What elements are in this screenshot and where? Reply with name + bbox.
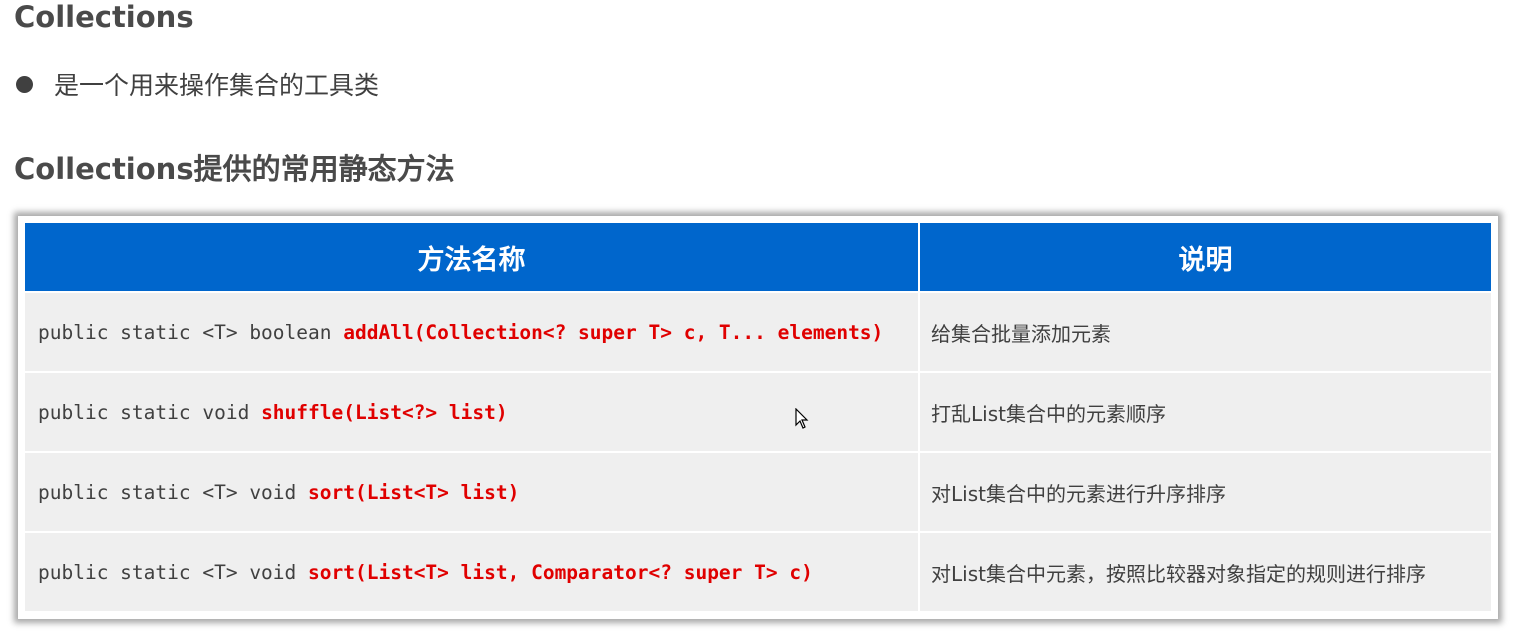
signature-prefix: public static void [38, 400, 262, 424]
mouse-cursor-icon [795, 408, 809, 429]
signature-prefix: public static <T> void [38, 560, 309, 584]
signature-prefix: public static <T> boolean [38, 320, 344, 344]
header-description: 说明 [920, 223, 1491, 291]
signature-prefix: public static <T> void [38, 480, 309, 504]
page-title: Collections [14, 0, 194, 34]
methods-table: 方法名称 说明 public static <T> boolean addAll… [25, 223, 1491, 611]
method-name: addAll(Collection<? super T> c, T... ele… [343, 320, 884, 344]
method-description: 对List集合中的元素进行升序排序 [920, 451, 1491, 531]
method-name: sort(List<T> list) [308, 480, 520, 504]
table-row: public static <T> void sort(List<T> list… [25, 451, 1491, 531]
bullet-text: 是一个用来操作集合的工具类 [54, 71, 380, 100]
method-description: 打乱List集合中的元素顺序 [920, 371, 1491, 451]
bullet-dot-icon [16, 75, 33, 93]
table-row: public static void shuffle(List<?> list)… [25, 371, 1491, 451]
method-name: sort(List<T> list, Comparator<? super T>… [308, 560, 813, 584]
method-signature: public static <T> boolean addAll(Collect… [25, 291, 920, 371]
method-name: shuffle(List<?> list) [261, 400, 508, 424]
method-signature: public static void shuffle(List<?> list) [25, 371, 920, 451]
table-row: public static <T> void sort(List<T> list… [25, 531, 1491, 611]
header-method-name: 方法名称 [25, 223, 920, 291]
methods-table-container: 方法名称 说明 public static <T> boolean addAll… [18, 216, 1498, 619]
method-signature: public static <T> void sort(List<T> list… [25, 531, 920, 611]
method-signature: public static <T> void sort(List<T> list… [25, 451, 920, 531]
method-description: 对List集合中元素，按照比较器对象指定的规则进行排序 [920, 531, 1491, 611]
section-title: Collections提供的常用静态方法 [14, 152, 455, 186]
bullet-item: 是一个用来操作集合的工具类 [16, 66, 379, 102]
table-header-row: 方法名称 说明 [25, 223, 1491, 291]
method-description: 给集合批量添加元素 [920, 291, 1491, 371]
table-row: public static <T> boolean addAll(Collect… [25, 291, 1491, 371]
